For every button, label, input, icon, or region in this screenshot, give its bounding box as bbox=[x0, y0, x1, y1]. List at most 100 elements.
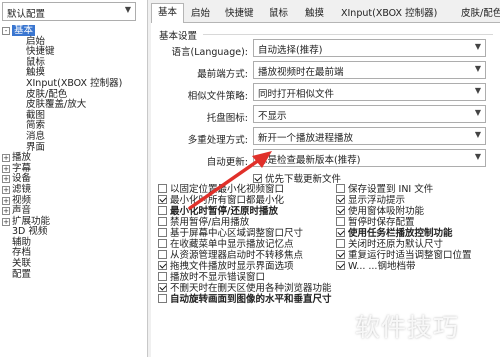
topmost-select[interactable]: 播放视频时在最前端 ▼ bbox=[253, 61, 486, 79]
tab[interactable]: 启始 bbox=[185, 5, 216, 23]
checkbox-icon bbox=[158, 239, 167, 248]
profile-select-value: 默认配置 bbox=[7, 9, 46, 20]
option-checkbox[interactable]: 从资源管理器启动时不转移焦点 bbox=[158, 250, 338, 261]
option-label: W... ...钢地档带 bbox=[348, 261, 416, 272]
option-label: 暂停时保存配置 bbox=[348, 217, 415, 228]
option-checkbox[interactable]: 不删天时在删天区使用各种浏览器功能 bbox=[158, 283, 338, 294]
similar-files-label: 相似文件策略: bbox=[187, 91, 248, 102]
tree-item[interactable]: 皮肤覆盖/放大 bbox=[0, 99, 146, 111]
tree-item-label: 消息 bbox=[26, 130, 46, 142]
tree-item[interactable]: 截图 bbox=[0, 110, 146, 122]
tab[interactable]: 快捷键 bbox=[219, 5, 260, 23]
tree-item-label: 皮肤覆盖/放大 bbox=[26, 99, 87, 111]
tree-item[interactable]: 消息 bbox=[0, 130, 146, 143]
checkbox-icon bbox=[158, 206, 167, 215]
chevron-down-icon: ▼ bbox=[474, 152, 481, 161]
option-checkbox[interactable]: 最小化时所有窗口都最小化 bbox=[158, 195, 338, 206]
chevron-down-icon: ▼ bbox=[474, 86, 481, 95]
settings-tree: - 基本 启始 快捷键 鼠标 触摸 XInput(XBOX 控制器) 皮肤/配色 皮肤覆盖/放大… bbox=[0, 25, 146, 281]
checkbox-icon bbox=[158, 195, 167, 204]
expand-icon[interactable]: + bbox=[2, 217, 10, 226]
tree-item-label: 界面 bbox=[26, 141, 46, 153]
option-checkbox[interactable]: 基于屏幕中心区域调整窗口尺寸 bbox=[158, 228, 338, 239]
expand-icon[interactable]: + bbox=[2, 154, 10, 163]
auto-update-label: 自动更新: bbox=[206, 157, 248, 168]
checkbox-icon bbox=[336, 239, 345, 248]
tab[interactable]: XInput(XBOX 控制器) bbox=[335, 5, 443, 23]
tree-item[interactable]: 快捷键 bbox=[0, 46, 146, 58]
tree-item[interactable]: 鼠标 bbox=[0, 57, 146, 69]
chevron-down-icon: ▼ bbox=[474, 42, 481, 51]
expand-icon[interactable]: + bbox=[2, 175, 10, 184]
settings-sidebar: 默认配置 ▼ - 基本 启始 快捷键 鼠标 触摸 XInput(XBOX 控制器) 皮肤/配色… bbox=[0, 0, 148, 357]
multi-process-label: 多重处理方式: bbox=[187, 135, 248, 146]
tab[interactable]: 基本 bbox=[151, 3, 185, 24]
tab[interactable]: 触摸 bbox=[299, 5, 330, 23]
option-checkbox[interactable]: 保存设置到 INI 文件 bbox=[336, 184, 496, 195]
watermark: 软件技巧 bbox=[355, 313, 460, 342]
option-checkbox[interactable]: 以固定位置最小化视频窗口 bbox=[158, 184, 338, 195]
expand-icon[interactable]: + bbox=[2, 185, 10, 194]
tree-item-label: 配置 bbox=[12, 268, 32, 280]
collapse-icon[interactable]: - bbox=[2, 27, 10, 35]
expand-icon[interactable]: + bbox=[2, 164, 10, 173]
option-label: 从资源管理器启动时不转移焦点 bbox=[170, 250, 304, 261]
language-label: 语言(Language): bbox=[171, 47, 249, 58]
tab[interactable]: 皮肤/配色 bbox=[455, 5, 500, 23]
option-checkbox[interactable]: 拖拽文件播放时显示界面选项 bbox=[158, 261, 338, 272]
tree-item-label: 快捷键 bbox=[26, 46, 55, 58]
option-checkbox[interactable]: W... ...钢地档带 bbox=[336, 261, 496, 272]
tree-item-label: XInput(XBOX 控制器) bbox=[26, 77, 123, 89]
option-checkbox[interactable]: 自动旋转画面到图像的水平和垂直尺寸 bbox=[158, 294, 338, 305]
tree-item-label: 触摸 bbox=[26, 67, 46, 79]
option-checkbox[interactable]: 播放时不显示错误窗口 bbox=[158, 272, 338, 283]
tree-item-label: 3D 视频 bbox=[12, 226, 48, 238]
option-label: 最小化时所有窗口都最小化 bbox=[170, 195, 285, 206]
tree-item[interactable]: 配置 bbox=[0, 268, 146, 281]
option-label: 播放时不显示错误窗口 bbox=[170, 272, 266, 283]
auto-update-select[interactable]: 总是检查最新版本(推荐) ▼ bbox=[253, 149, 486, 167]
option-checkbox[interactable]: 显示浮动提示 bbox=[336, 195, 496, 206]
tree-item-label: 存档 bbox=[12, 247, 32, 259]
option-label: 基于屏幕中心区域调整窗口尺寸 bbox=[170, 228, 304, 239]
tree-item[interactable]: 启始 bbox=[0, 35, 146, 48]
checkbox-icon bbox=[158, 250, 167, 259]
tray-icon-select[interactable]: 不显示 ▼ bbox=[253, 105, 486, 123]
checkbox-icon bbox=[158, 261, 167, 270]
tree-item-label: 播放 bbox=[12, 152, 32, 164]
checkbox-icon bbox=[336, 195, 345, 204]
option-checkbox[interactable]: 禁用暂停/启用播放 bbox=[158, 217, 338, 228]
download-update-checkbox[interactable]: 优先下载更新文件 bbox=[253, 171, 341, 185]
tab[interactable]: 鼠标 bbox=[263, 5, 294, 23]
checkbox-icon bbox=[336, 184, 345, 193]
option-checkbox[interactable]: 暂停时保存配置 bbox=[336, 217, 496, 228]
multi-process-select[interactable]: 新开一个播放进程播放 ▼ bbox=[253, 127, 486, 145]
option-checkbox[interactable]: 使用任务栏播放控制功能 bbox=[336, 228, 496, 239]
option-checkbox[interactable]: 重复运行时适当调整窗口位置 bbox=[336, 250, 496, 261]
checkbox-icon bbox=[158, 217, 167, 226]
option-checkbox[interactable]: 在收藏菜单中显示播放记忆点 bbox=[158, 239, 338, 250]
tree-item-label: 启始 bbox=[26, 35, 46, 47]
language-select-value: 自动选择(推荐) bbox=[258, 45, 323, 56]
language-select[interactable]: 自动选择(推荐) ▼ bbox=[253, 39, 486, 57]
option-label: 最小化时暂停/还原时播放 bbox=[170, 206, 278, 217]
tree-item-label: 基本 bbox=[12, 25, 36, 36]
expand-icon[interactable]: + bbox=[2, 207, 10, 216]
option-checkbox[interactable]: 关闭时还原为默认尺寸 bbox=[336, 239, 496, 250]
option-checkbox[interactable]: 使用窗体吸附功能 bbox=[336, 206, 496, 217]
checkbox-icon bbox=[158, 228, 167, 237]
profile-select[interactable]: 默认配置 ▼ bbox=[2, 2, 136, 21]
checkbox-icon bbox=[158, 184, 167, 193]
options-left-column: 以固定位置最小化视频窗口 最小化时所有窗口都最小化 最小化时暂停/还原时播放 禁用暂停… bbox=[158, 184, 338, 305]
option-checkbox[interactable]: 最小化时暂停/还原时播放 bbox=[158, 206, 338, 217]
tree-item[interactable]: 简索 bbox=[0, 121, 146, 132]
multi-process-select-value: 新开一个播放进程播放 bbox=[258, 133, 354, 144]
chevron-down-icon: ▼ bbox=[474, 64, 481, 73]
similar-files-select[interactable]: 同时打开相似文件 ▼ bbox=[253, 83, 486, 101]
tray-icon-select-value: 不显示 bbox=[258, 111, 287, 122]
tree-item[interactable]: - 基本 bbox=[0, 25, 146, 37]
tree-item[interactable]: XInput(XBOX 控制器) bbox=[0, 77, 146, 90]
expand-icon[interactable]: + bbox=[2, 196, 10, 205]
tree-item-label: 关联 bbox=[12, 258, 32, 270]
tree-item-label: 设备 bbox=[12, 173, 32, 185]
